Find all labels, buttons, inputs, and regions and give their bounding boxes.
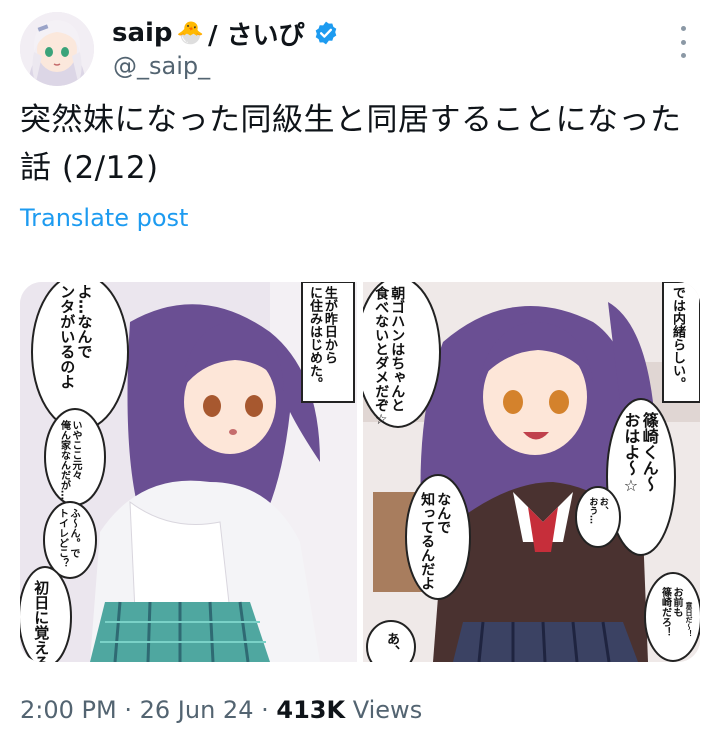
translate-post-link[interactable]: Translate post — [20, 204, 188, 232]
author-name-suffix[interactable]: / さいぴ — [208, 15, 305, 52]
views-count: 413K — [276, 696, 346, 724]
post-time[interactable]: 2:00 PM — [20, 696, 117, 724]
views-label: Views — [352, 696, 423, 724]
author-handle[interactable]: @_saip_ — [113, 52, 210, 80]
right-bubble-right-text: お前も 篠崎だろ！ — [659, 587, 683, 637]
author-name-row[interactable]: saip 🐣 / さいぴ — [112, 15, 339, 52]
post-media[interactable]: 生が昨日から に住みはじめた。 よ…なんで ンタがいるのよ いやここ元々 俺ん家… — [20, 282, 700, 662]
author-display-name[interactable]: saip — [112, 18, 173, 48]
right-bubble-top-left-text: 朝ゴハンはちゃんと 食べないとダメだぞ☆ — [373, 286, 406, 428]
post-date[interactable]: 26 Jun 24 — [140, 696, 254, 724]
right-bubble-bottom-text: あ、 — [383, 632, 399, 658]
left-bubble-top-text: よ…なんで ンタがいるのよ — [58, 284, 94, 389]
verified-badge-icon[interactable] — [313, 20, 339, 46]
right-caption-text: では内緒らしい。 — [669, 286, 685, 390]
left-bubble-mid-text: いやここ元々 俺ん家なんだが… — [58, 420, 82, 500]
post-text: 突然妹になった同級生と同居することになった話 (2/12) — [20, 102, 682, 186]
right-bubble-right-small-text: 意日だ〜！ — [685, 602, 694, 637]
right-bubble-mid-text: なんで 知ってるんだよ — [419, 492, 452, 590]
more-options-icon[interactable] — [676, 26, 690, 58]
right-bubble-center-text: 篠崎くん〜 おはよ〜☆ — [621, 412, 659, 495]
left-bubble-bottom-text: 初日に覚えろ — [32, 580, 51, 662]
left-bubble-small-text: ふ〜ん。で トイレどこ？ — [56, 508, 80, 568]
chick-emoji-icon: 🐣 — [176, 20, 204, 46]
avatar-image — [20, 12, 94, 86]
left-caption-text: 生が昨日から に住みはじめた。 — [306, 286, 337, 390]
media-image-1[interactable]: 生が昨日から に住みはじめた。 よ…なんで ンタがいるのよ いやここ元々 俺ん家… — [20, 282, 357, 662]
post-meta: 2:00 PM · 26 Jun 24 · 413K Views — [20, 696, 422, 724]
meta-separator: · — [124, 696, 132, 724]
right-bubble-small-text: お、 おう… — [587, 497, 608, 524]
media-image-2[interactable]: 朝ゴハンはちゃんと 食べないとダメだぞ☆ では内緒らしい。 篠崎くん〜 おはよ〜… — [363, 282, 700, 662]
meta-separator: · — [261, 696, 269, 724]
avatar[interactable] — [20, 12, 94, 86]
